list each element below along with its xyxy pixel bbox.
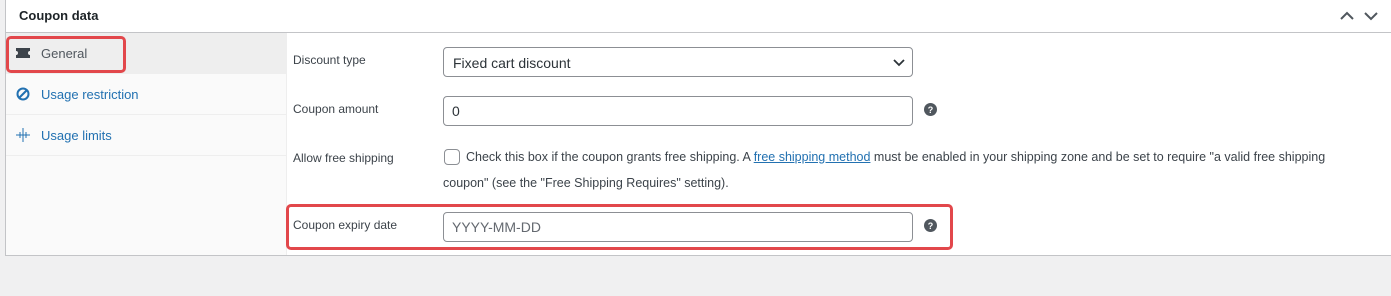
discount-type-value: Fixed cart discount	[453, 55, 571, 71]
discount-type-label: Discount type	[293, 53, 366, 67]
free-shipping-label: Allow free shipping	[293, 151, 394, 165]
free-shipping-checkbox[interactable]	[444, 149, 460, 165]
prohibited-icon	[16, 87, 30, 101]
tab-usage-restriction[interactable]: Usage restriction	[6, 74, 286, 115]
free-shipping-desc-line2: coupon" (see the "Free Shipping Requires…	[443, 176, 729, 190]
free-shipping-description: Check this box if the coupon grants free…	[466, 150, 1325, 164]
svg-text:?: ?	[928, 221, 934, 231]
help-icon[interactable]: ?	[924, 219, 937, 232]
tab-usage-limits-label: Usage limits	[41, 128, 112, 143]
chevron-down-icon	[892, 55, 906, 69]
help-icon[interactable]: ?	[924, 103, 937, 116]
free-shipping-method-link[interactable]: free shipping method	[754, 150, 871, 164]
chevron-up-icon[interactable]	[1337, 6, 1357, 26]
tab-usage-restriction-label: Usage restriction	[41, 87, 139, 102]
tab-general[interactable]: General	[6, 33, 286, 74]
tab-usage-limits[interactable]: Usage limits	[6, 115, 286, 156]
ticket-icon	[16, 46, 30, 60]
free-shipping-desc-after: must be enabled in your shipping zone an…	[870, 150, 1326, 164]
chevron-down-icon[interactable]	[1361, 6, 1381, 26]
coupon-tabs: General Usage restriction Usage limits	[6, 33, 287, 255]
expiry-date-input[interactable]	[443, 212, 913, 242]
panel-header: Coupon data	[6, 0, 1391, 33]
coupon-amount-label: Coupon amount	[293, 102, 379, 116]
expiry-date-label: Coupon expiry date	[293, 218, 398, 232]
coupon-amount-input[interactable]	[443, 96, 913, 126]
svg-text:?: ?	[928, 105, 934, 115]
crosshair-icon	[16, 128, 30, 142]
tab-general-label: General	[41, 46, 88, 61]
discount-type-select[interactable]: Fixed cart discount	[443, 47, 913, 77]
panel-title: Coupon data	[19, 8, 99, 23]
free-shipping-desc-before: Check this box if the coupon grants free…	[466, 150, 754, 164]
